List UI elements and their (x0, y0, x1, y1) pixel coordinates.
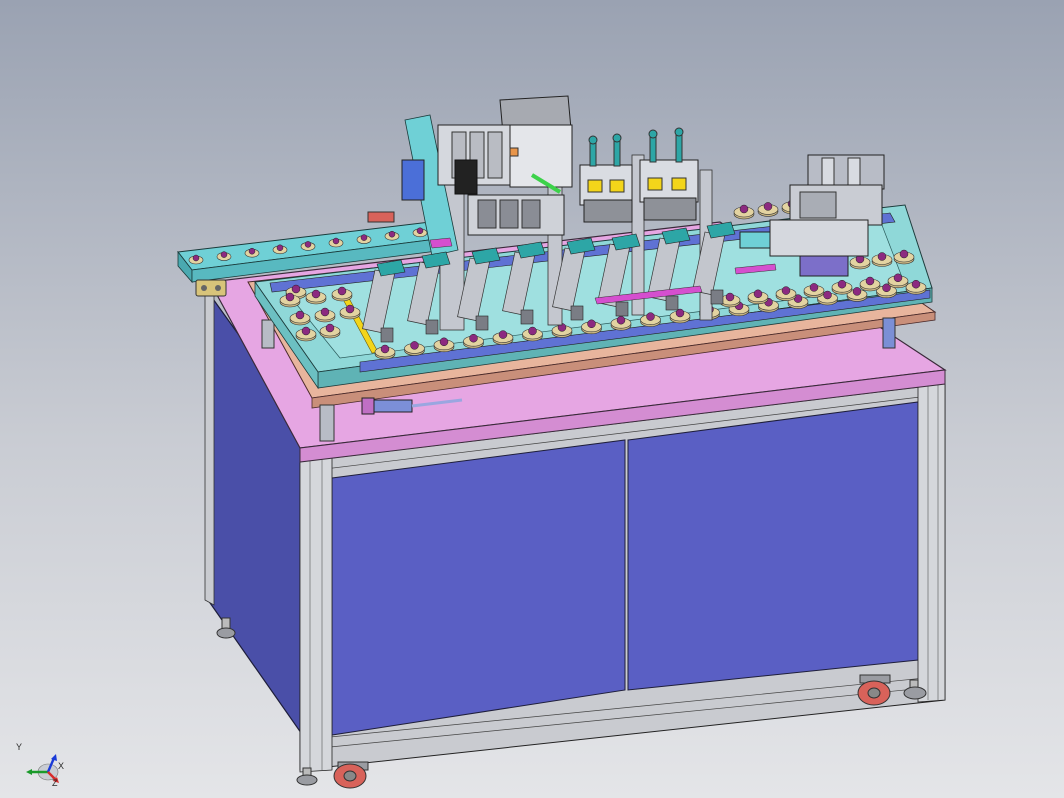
blue-cylinder (401, 159, 425, 201)
frame-post-front-right (917, 369, 946, 703)
cabinet-door-right (627, 401, 919, 691)
workpiece-puck (757, 202, 779, 217)
valve-station-2 (639, 127, 699, 221)
support-leg-front (319, 404, 335, 442)
workpiece-puck (733, 204, 755, 220)
support-leg-left (261, 319, 275, 349)
red-sensor-block (367, 211, 395, 223)
support-leg-right (882, 317, 896, 349)
coordinate-triad: Y X Z (8, 736, 68, 786)
y-axis-label: Y (16, 742, 22, 752)
conveyor-motor-mount (195, 279, 227, 297)
cad-viewport[interactable]: Y X Z (0, 0, 1064, 798)
caster-front-right (857, 674, 891, 706)
x-axis-label: X (58, 761, 64, 771)
axis-triad-icon: Y X Z (16, 742, 64, 786)
z-axis-label: Z (52, 778, 58, 786)
assembly-model[interactable] (0, 0, 1064, 798)
frame-post-front-left (299, 445, 333, 773)
valve-station-1 (579, 133, 633, 223)
stepper-motor (454, 159, 478, 195)
caster-front-left (333, 761, 369, 789)
frame-post-left-rear (204, 289, 215, 606)
cabinet-door-left (331, 439, 626, 736)
